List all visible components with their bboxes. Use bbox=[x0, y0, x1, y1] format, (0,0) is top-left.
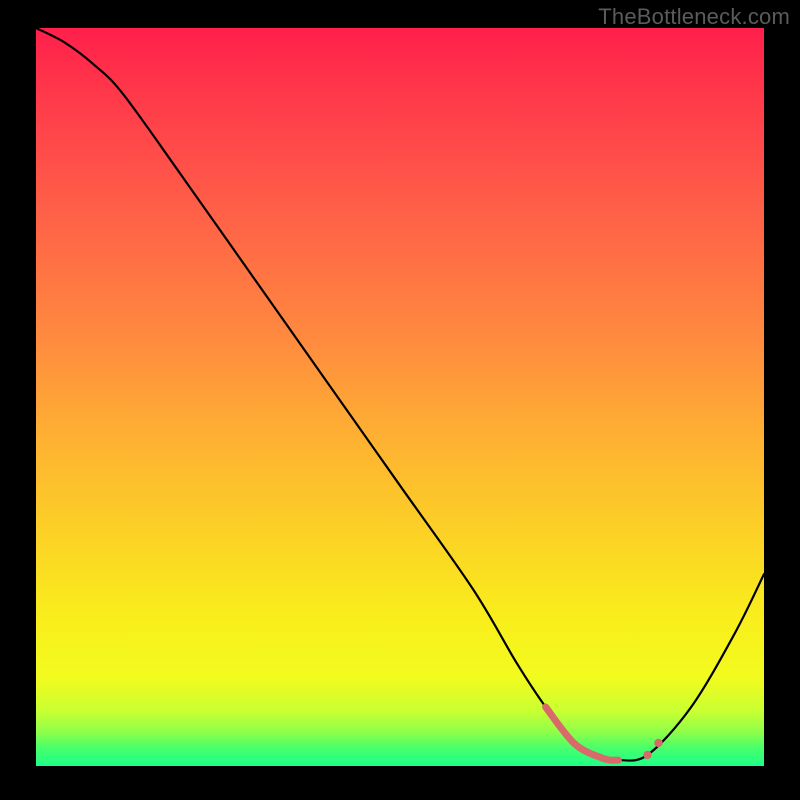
highlight-segment bbox=[546, 707, 619, 760]
chart-frame: TheBottleneck.com bbox=[0, 0, 800, 800]
highlight-dot bbox=[654, 739, 662, 747]
highlight-dots bbox=[643, 739, 662, 759]
bottleneck-curve bbox=[36, 28, 764, 761]
highlight-dot bbox=[643, 751, 651, 759]
plot-area bbox=[36, 28, 764, 766]
watermark-text: TheBottleneck.com bbox=[598, 4, 790, 30]
curve-svg bbox=[36, 28, 764, 766]
